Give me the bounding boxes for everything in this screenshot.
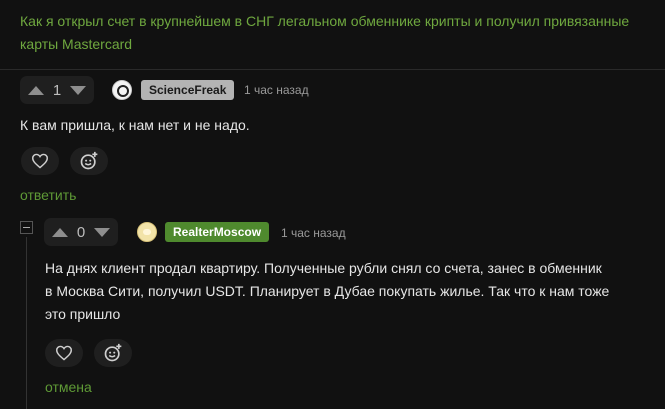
smiley-plus-icon [104, 343, 122, 362]
post-title[interactable]: Как я открыл счет в крупнейшем в СНГ лег… [20, 10, 660, 56]
comment-text: К вам пришла, к нам нет и не надо. [20, 117, 250, 133]
comment-timestamp[interactable]: 1 час назад [281, 226, 346, 240]
smiley-plus-icon [80, 151, 98, 170]
vote-count: 1 [52, 81, 62, 99]
upvote-arrow-icon[interactable] [28, 85, 44, 95]
emoji-reaction-button[interactable] [70, 147, 108, 175]
reply-link[interactable]: ответить [20, 187, 76, 203]
vote-count: 0 [76, 223, 86, 241]
upvote-arrow-icon[interactable] [52, 227, 68, 237]
avatar[interactable] [137, 222, 157, 242]
divider [0, 69, 665, 70]
vote-box: 1 [20, 76, 94, 104]
thread-line [26, 237, 27, 409]
avatar[interactable] [112, 80, 132, 100]
emoji-reaction-button[interactable] [94, 339, 132, 367]
comment-text-line: На днях клиент продал квартиру. Полученн… [45, 260, 602, 276]
vote-box: 0 [44, 218, 118, 246]
downvote-arrow-icon[interactable] [94, 227, 110, 237]
comment-text-line: это пришло [45, 306, 121, 322]
author-badge[interactable]: ScienceFreak [141, 80, 235, 100]
heart-icon [55, 345, 73, 361]
like-button[interactable] [45, 339, 83, 367]
downvote-arrow-icon[interactable] [70, 85, 86, 95]
comment-text-line: в Москва Сити, получил USDT. Планирует в… [45, 283, 610, 299]
author-badge[interactable]: RealterMoscow [165, 222, 270, 242]
comment-timestamp[interactable]: 1 час назад [244, 83, 309, 97]
collapse-thread-button[interactable] [20, 221, 33, 234]
heart-icon [31, 153, 49, 169]
cancel-link[interactable]: отмена [45, 379, 92, 395]
like-button[interactable] [21, 147, 59, 175]
